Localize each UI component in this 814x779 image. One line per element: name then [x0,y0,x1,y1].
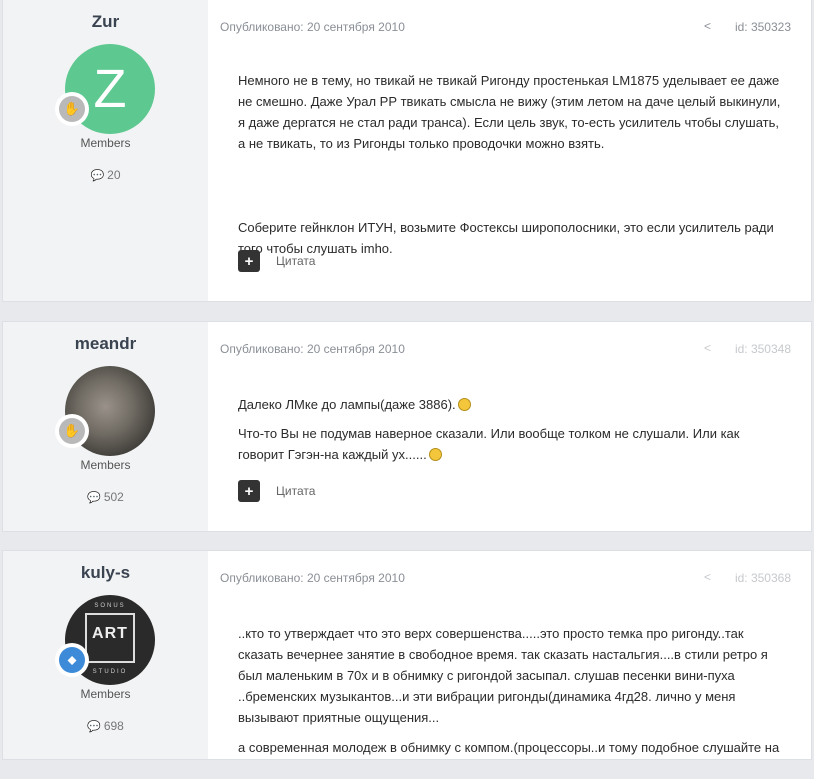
logo-text-main: ART [92,625,128,642]
quote-button[interactable]: Цитата [276,484,315,498]
post-body: Немного не в тему, но твикай не твикай Р… [238,70,781,280]
smile-icon [457,398,471,411]
post-350323: Zur Z ✋ Members 💬 20 Опубликовано: 20 сен… [2,0,812,302]
rank-badge: ✋ [55,92,89,126]
author-panel: kuly-s SONUS ART STUDIO ⬥ Members 💬 698 [3,551,208,759]
author-name[interactable]: meandr [3,334,208,354]
post-date: Опубликовано: 20 сентября 2010 [220,342,405,356]
post-id[interactable]: id: 350323 [735,20,791,34]
share-icon[interactable]: < [704,341,711,355]
post-id[interactable]: id: 350368 [735,571,791,585]
share-icon[interactable]: < [704,570,711,584]
post-350348: meandr ✋ Members 💬 502 Опубликовано: 20 с… [2,321,812,532]
rank-badge: ✋ [55,414,89,448]
post-count-value: 698 [103,719,124,733]
smile-icon [428,448,442,461]
post-paragraph: ..кто то утверждает что это верх соверше… [238,626,768,725]
comment-icon: 💬 [87,721,101,733]
author-panel: meandr ✋ Members 💬 502 [3,322,208,531]
post-count: 💬 20 [3,168,208,182]
post-paragraph: Немного не в тему, но твикай не твикай Р… [238,73,781,151]
post-content: Опубликовано: 20 сентября 2010 < id: 350… [208,322,811,531]
post-paragraph: Соберите гейнклон ИТУН, возьмите Фостекс… [238,220,774,256]
post-paragraph: Что-то Вы не подумав наверное сказали. И… [238,426,740,462]
comment-icon: 💬 [87,492,101,504]
post-body: ..кто то утверждает что это верх соверше… [238,623,781,779]
post-content: Опубликовано: 20 сентября 2010 < id: 350… [208,551,811,759]
multiquote-button[interactable]: + [238,480,260,502]
rank-icon: ✋ [59,96,85,122]
post-count: 💬 698 [3,719,208,733]
multiquote-button[interactable]: + [238,250,260,272]
comment-icon: 💬 [90,170,105,182]
post-actions: + Цитата [238,250,315,272]
author-name[interactable]: kuly-s [3,563,208,583]
post-content: Опубликовано: 20 сентября 2010 < id: 350… [208,0,811,301]
post-count-value: 20 [107,168,121,182]
post-actions: + Цитата [238,480,315,502]
rank-icon: ✋ [59,418,85,444]
author-name[interactable]: Zur [3,12,208,32]
member-group: Members [80,136,131,150]
member-group: Members [80,458,131,472]
post-date: Опубликовано: 20 сентября 2010 [220,571,405,585]
post-paragraph [238,175,781,196]
post-350368: kuly-s SONUS ART STUDIO ⬥ Members 💬 698 О… [2,550,812,760]
author-panel: Zur Z ✋ Members 💬 20 [3,0,208,301]
post-body: Далеко ЛМке до лампы(даже 3886). Что-то … [238,394,781,486]
post-date: Опубликовано: 20 сентября 2010 [220,20,405,34]
quote-button[interactable]: Цитата [276,254,315,268]
rank-badge: ⬥ [55,643,89,677]
member-group: Members [80,687,131,701]
share-icon[interactable]: < [704,19,711,33]
post-count: 💬 502 [3,490,208,504]
post-count-value: 502 [103,490,124,504]
post-paragraph: а современная молодеж в обнимку с компом… [238,740,780,755]
post-id[interactable]: id: 350348 [735,342,791,356]
post-paragraph: Далеко ЛМке до лампы(даже 3886). [238,394,781,415]
rank-icon: ⬥ [59,647,85,673]
logo-text-top: SONUS [94,603,126,609]
